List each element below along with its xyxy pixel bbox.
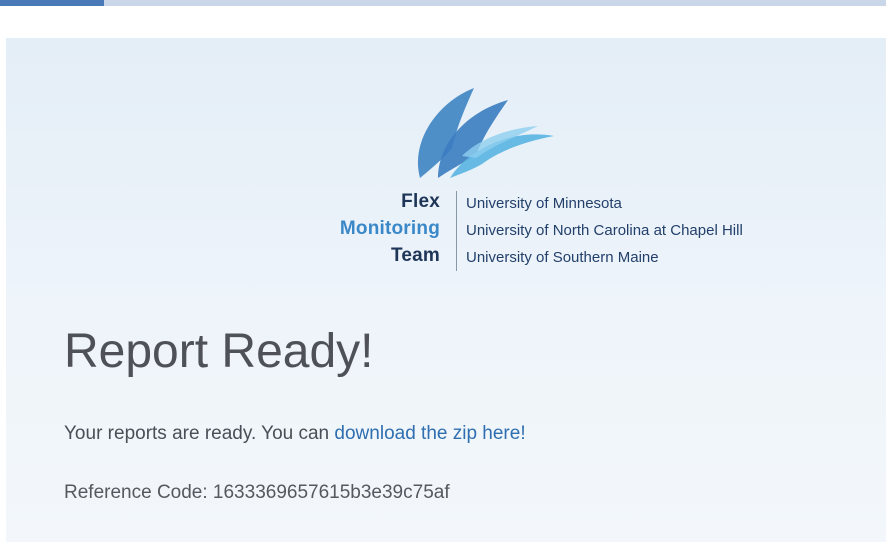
- ready-message: Your reports are ready. You can download…: [64, 422, 526, 446]
- reference-code-label: Reference Code:: [64, 482, 213, 503]
- university-minnesota: University of Minnesota: [466, 195, 622, 212]
- logo-universities: University of Minnesota University of No…: [466, 190, 743, 271]
- university-north-carolina: University of North Carolina at Chapel H…: [466, 222, 743, 239]
- reference-code-value: 1633369657615b3e39c75af: [212, 482, 450, 503]
- download-zip-link[interactable]: download the zip here!: [334, 423, 525, 444]
- logo-wordmark: Flex Monitoring Team: [340, 188, 440, 269]
- top-strip-accent: [0, 0, 104, 6]
- logo-divider: [456, 191, 457, 271]
- logo-word-flex: Flex: [401, 191, 440, 212]
- flex-monitoring-team-logo: Flex Monitoring Team University of Minne…: [290, 86, 870, 286]
- university-southern-maine: University of Southern Maine: [466, 249, 659, 266]
- logo-word-team: Team: [390, 245, 440, 266]
- ready-message-text: Your reports are ready. You can: [64, 423, 335, 444]
- top-strip: [0, 0, 886, 6]
- sail-wave-logo-icon: [417, 88, 554, 178]
- reference-code-line: Reference Code: 1633369657615b3e39c75af: [64, 481, 450, 505]
- logo-word-monitoring: Monitoring: [339, 218, 440, 239]
- page-title: Report Ready!: [64, 325, 374, 378]
